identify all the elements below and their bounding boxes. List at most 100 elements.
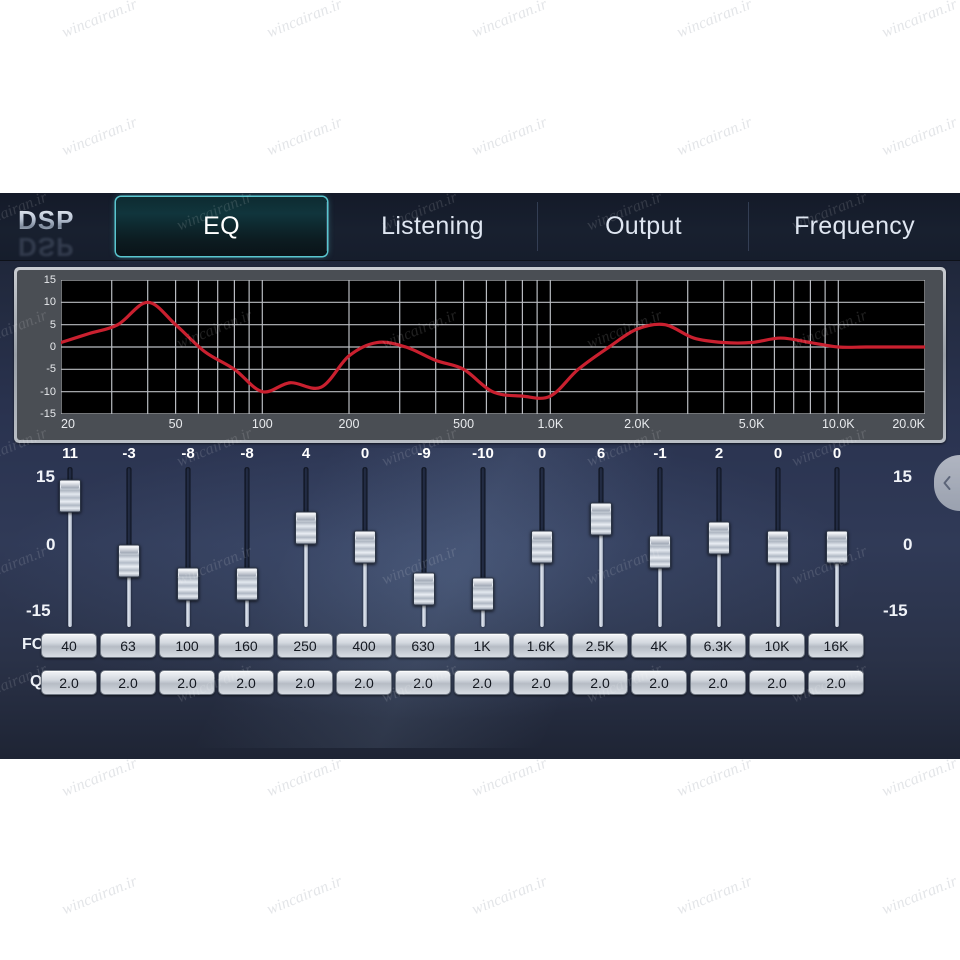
band-q-field[interactable]: 2.0	[395, 670, 451, 695]
slider-thumb[interactable]	[118, 544, 140, 578]
tab-frequency[interactable]: Frequency	[749, 193, 960, 260]
band-fc-field[interactable]: 10K	[749, 633, 805, 658]
eq-band-slider[interactable]: -3	[100, 445, 158, 627]
eq-band-slider[interactable]: 0	[808, 445, 866, 627]
band-q-field[interactable]: 2.0	[218, 670, 274, 695]
watermark: wincairan.ir	[264, 113, 345, 160]
band-fc-field[interactable]: 250	[277, 633, 333, 658]
band-fc-value: 2.5K	[585, 637, 615, 654]
eq-band-slider[interactable]: -9	[395, 445, 453, 627]
slider-track-area[interactable]	[749, 467, 807, 627]
tab-label: Output	[605, 212, 682, 240]
band-fc-field[interactable]: 400	[336, 633, 392, 658]
band-q-field[interactable]: 2.0	[159, 670, 215, 695]
tab-eq[interactable]: EQ	[116, 193, 327, 260]
band-q-field[interactable]: 2.0	[749, 670, 805, 695]
slider-track-area[interactable]	[454, 467, 512, 627]
slider-thumb[interactable]	[472, 577, 494, 611]
eq-band-slider[interactable]: 4	[277, 445, 335, 627]
tab-output[interactable]: Output	[538, 193, 749, 260]
slider-track-upper	[480, 467, 486, 580]
graph-x-tick: 200	[338, 417, 360, 431]
eq-band-slider[interactable]: 6	[572, 445, 630, 627]
band-fc-field[interactable]: 630	[395, 633, 451, 658]
band-q-value: 2.0	[354, 674, 374, 691]
slider-thumb[interactable]	[236, 567, 258, 601]
slider-thumb-cap	[297, 513, 315, 521]
band-fc-field[interactable]: 160	[218, 633, 274, 658]
graph-plot-area: 15 10 5 0 -5 -10 -15 20 50 100 200 500 1.0K 2.0K 5.0K 1…	[40, 274, 925, 431]
slider-thumb[interactable]	[413, 572, 435, 606]
slider-thumb-cap	[238, 569, 256, 577]
eq-band-slider[interactable]: -10	[454, 445, 512, 627]
slider-track-area[interactable]	[572, 467, 630, 627]
slider-track-area[interactable]	[218, 467, 276, 627]
slider-thumb[interactable]	[295, 511, 317, 545]
band-gain-value: -3	[122, 445, 136, 462]
band-fc-field[interactable]: 16K	[808, 633, 864, 658]
dsp-logo: DSP DSP	[18, 205, 114, 262]
band-fc-field[interactable]: 40	[41, 633, 97, 658]
slider-thumb[interactable]	[531, 530, 553, 564]
band-q-field[interactable]: 2.0	[808, 670, 864, 695]
band-q-field[interactable]: 2.0	[336, 670, 392, 695]
eq-band-slider[interactable]: 11	[41, 445, 99, 627]
band-q-field[interactable]: 2.0	[631, 670, 687, 695]
eq-band-slider[interactable]: 0	[749, 445, 807, 627]
slider-thumb[interactable]	[649, 535, 671, 569]
slider-track-area[interactable]	[41, 467, 99, 627]
eq-band-slider[interactable]: 0	[336, 445, 394, 627]
slider-thumb[interactable]	[708, 521, 730, 555]
eq-band-slider[interactable]: 2	[690, 445, 748, 627]
band-q-field[interactable]: 2.0	[41, 670, 97, 695]
slider-track-upper	[244, 467, 250, 571]
band-q-field[interactable]: 2.0	[513, 670, 569, 695]
eq-band-slider[interactable]: -8	[159, 445, 217, 627]
slider-track-area[interactable]	[395, 467, 453, 627]
band-fc-value: 1.6K	[526, 637, 556, 654]
band-q-value: 2.0	[177, 674, 197, 691]
band-fc-field[interactable]: 63	[100, 633, 156, 658]
graph-x-tick: 1.0K	[537, 417, 564, 431]
slider-track-area[interactable]	[808, 467, 866, 627]
band-q-field[interactable]: 2.0	[277, 670, 333, 695]
band-q-field[interactable]: 2.0	[572, 670, 628, 695]
slider-track-area[interactable]	[277, 467, 335, 627]
slider-track-area[interactable]	[631, 467, 689, 627]
band-q-field[interactable]: 2.0	[100, 670, 156, 695]
eq-band-slider[interactable]: -8	[218, 445, 276, 627]
slider-thumb[interactable]	[590, 502, 612, 536]
eq-response-graph: 15 10 5 0 -5 -10 -15 20 50 100 200 500 1.0K 2.0K 5.0K 1…	[14, 267, 946, 443]
slider-thumb-cap	[120, 546, 138, 554]
slider-track-area[interactable]	[336, 467, 394, 627]
slider-thumb[interactable]	[59, 479, 81, 513]
band-fc-field[interactable]: 6.3K	[690, 633, 746, 658]
slider-track-area[interactable]	[690, 467, 748, 627]
band-q-field[interactable]: 2.0	[690, 670, 746, 695]
band-fc-value: 250	[293, 637, 317, 654]
slider-track-area[interactable]	[159, 467, 217, 627]
watermark: wincairan.ir	[879, 113, 960, 160]
slider-thumb[interactable]	[767, 530, 789, 564]
watermark: wincairan.ir	[264, 0, 345, 42]
eq-band-slider[interactable]: 0	[513, 445, 571, 627]
band-fc-field[interactable]: 4K	[631, 633, 687, 658]
band-fc-field[interactable]: 2.5K	[572, 633, 628, 658]
dsp-app-panel: DSP DSP EQ Listening Output Frequency 15 10 5…	[0, 193, 960, 759]
graph-x-tick: 10.0K	[821, 417, 855, 431]
band-q-value: 2.0	[295, 674, 315, 691]
tab-listening[interactable]: Listening	[327, 193, 538, 260]
slider-track-area[interactable]	[513, 467, 571, 627]
band-fc-field[interactable]: 1K	[454, 633, 510, 658]
graph-x-tick: 20	[61, 417, 75, 431]
eq-band-slider[interactable]: -1	[631, 445, 689, 627]
watermark: wincairan.ir	[59, 113, 140, 160]
slider-track-area[interactable]	[100, 467, 158, 627]
band-fc-field[interactable]: 100	[159, 633, 215, 658]
slider-thumb[interactable]	[354, 530, 376, 564]
band-fc-field[interactable]: 1.6K	[513, 633, 569, 658]
graph-bezel: 15 10 5 0 -5 -10 -15 20 50 100 200 500 1.0K 2.0K 5.0K 1…	[17, 270, 943, 440]
slider-thumb[interactable]	[177, 567, 199, 601]
slider-thumb[interactable]	[826, 530, 848, 564]
band-q-field[interactable]: 2.0	[454, 670, 510, 695]
